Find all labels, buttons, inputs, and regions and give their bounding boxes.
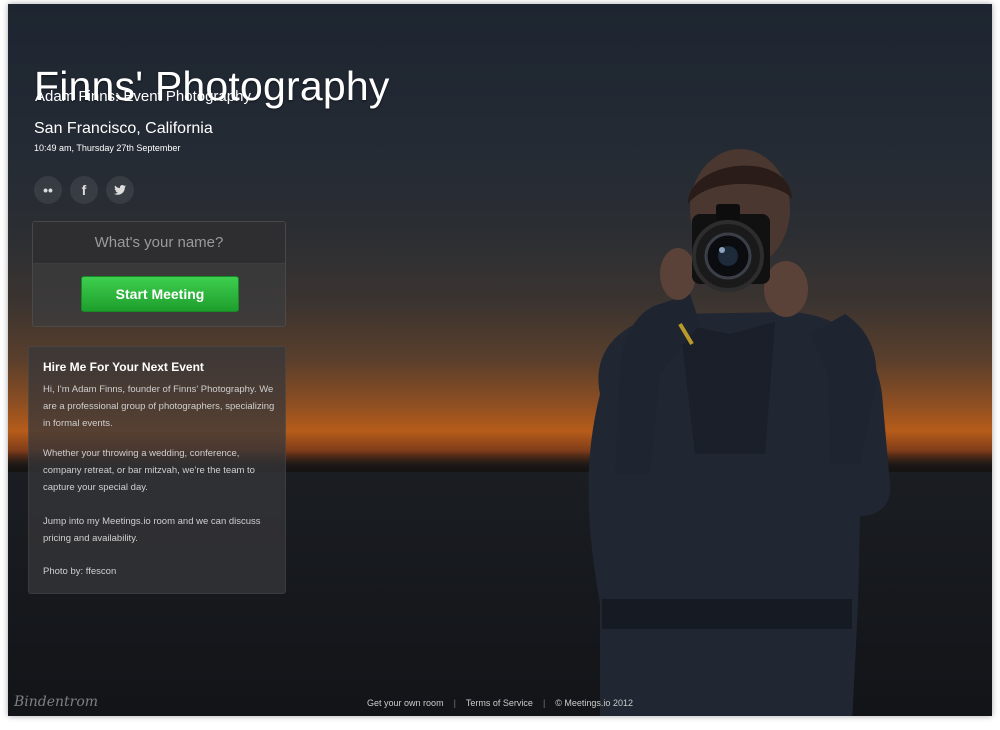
page-subtitle: Adam Finns: Event Photography <box>35 88 251 105</box>
start-meeting-button[interactable]: Start Meeting <box>81 276 239 312</box>
photographer-image <box>588 149 891 716</box>
photo-credit: Photo by: ffescon <box>43 566 117 577</box>
meeting-form: Start Meeting <box>32 221 286 327</box>
terms-link[interactable]: Terms of Service <box>466 698 533 708</box>
datetime-label: 10:49 am, Thursday 27th September <box>34 143 181 153</box>
about-paragraph-2: Whether your throwing a wedding, confere… <box>43 448 255 493</box>
facebook-icon[interactable]: f <box>70 176 98 204</box>
about-paragraph-1: Hi, I'm Adam Finns, founder of Finns' Ph… <box>43 384 275 429</box>
about-paragraph-3: Jump into my Meetings.io room and we can… <box>43 516 261 544</box>
flickr-icon[interactable]: •• <box>34 176 62 204</box>
footer-separator: | <box>542 698 546 708</box>
about-heading: Hire Me For Your Next Event <box>43 360 204 374</box>
footer: Get your own room | Terms of Service | © Mee… <box>0 698 1000 708</box>
location-label: San Francisco, California <box>34 120 213 137</box>
footer-separator: | <box>453 698 456 708</box>
twitter-icon[interactable] <box>106 176 134 204</box>
copyright: © Meetings.io 2012 <box>555 698 633 708</box>
social-links: •• f <box>34 176 134 204</box>
name-input[interactable] <box>33 222 285 264</box>
get-room-link[interactable]: Get your own room <box>367 698 444 708</box>
about-panel: Hire Me For Your Next Event Hi, I'm Adam… <box>28 346 286 594</box>
